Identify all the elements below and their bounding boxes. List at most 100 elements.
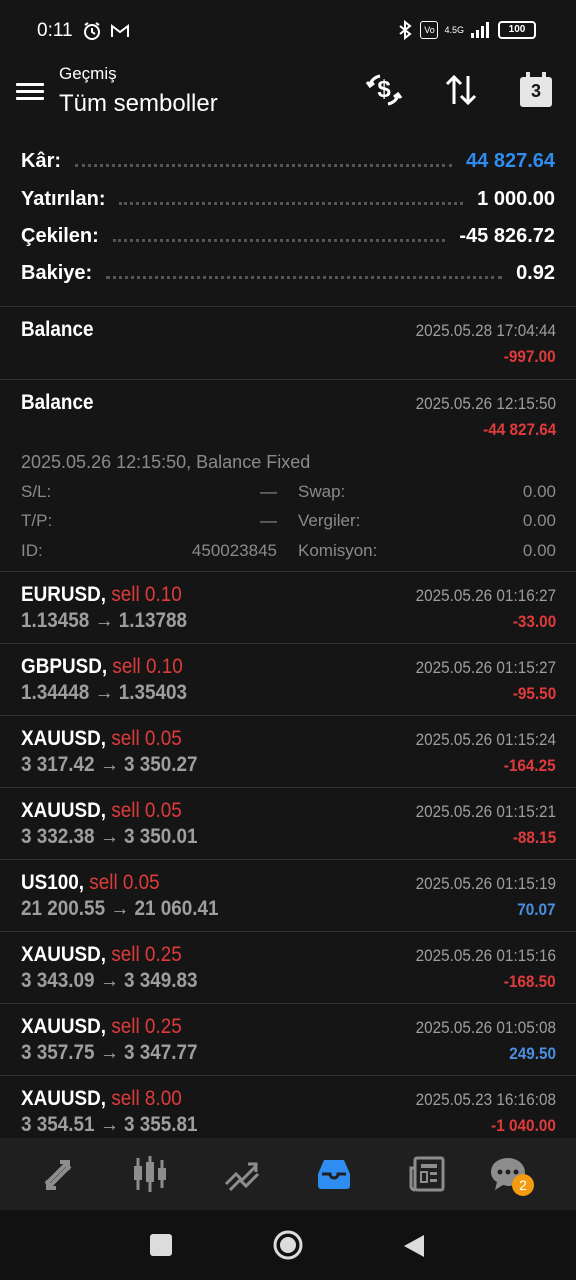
news-icon bbox=[409, 1156, 445, 1192]
trade-row[interactable]: XAUUSD, sell 0.25 3 343.09 → 3 349.83 2025… bbox=[0, 931, 576, 1004]
dotted-leader bbox=[119, 202, 464, 205]
trade-prices: 3 343.09 → 3 349.83 bbox=[21, 969, 198, 992]
trade-prices: 21 200.55 → 21 060.41 bbox=[21, 897, 219, 920]
trade-side: sell 0.25 bbox=[111, 1015, 182, 1038]
battery-icon: 100 bbox=[498, 21, 536, 39]
summary-label: Çekilen: bbox=[21, 225, 99, 247]
entry-comment: 2025.05.26 12:15:50, Balance Fixed bbox=[21, 452, 311, 472]
back-button[interactable] bbox=[402, 1233, 426, 1259]
home-button[interactable] bbox=[273, 1230, 303, 1260]
nav-trade[interactable] bbox=[218, 1150, 266, 1198]
dotted-leader bbox=[75, 164, 453, 167]
trade-title: XAUUSD, sell 8.00 bbox=[21, 1087, 182, 1111]
trade-title: US100, sell 0.05 bbox=[21, 871, 160, 895]
trade-symbol: XAUUSD, bbox=[21, 1015, 107, 1038]
trade-profit: 70.07 bbox=[517, 900, 556, 919]
trade-date: 2025.05.23 16:16:08 bbox=[415, 1090, 556, 1109]
trade-date: 2025.05.26 01:15:24 bbox=[415, 730, 556, 749]
nav-chat[interactable]: 2 bbox=[484, 1150, 534, 1198]
trade-side: sell 0.05 bbox=[111, 727, 182, 750]
tp-value: — bbox=[260, 511, 277, 530]
tax-label: Vergiler: bbox=[298, 511, 361, 530]
page-subtitle: Geçmiş bbox=[59, 64, 117, 83]
summary-row: Kâr: 44 827.64 bbox=[21, 143, 555, 180]
bluetooth-icon bbox=[399, 20, 413, 40]
volte-icon: Vo bbox=[420, 21, 439, 39]
summary-label: Bakiye: bbox=[21, 262, 93, 284]
nav-quotes[interactable] bbox=[34, 1150, 82, 1198]
swap-value: 0.00 bbox=[522, 482, 556, 501]
entry-date: 2025.05.28 17:04:44 bbox=[415, 321, 556, 340]
trade-prices: 3 317.42 → 3 350.27 bbox=[21, 753, 198, 776]
entry-date: 2025.05.26 12:15:50 bbox=[415, 394, 556, 413]
calendar-day: 3 bbox=[530, 81, 541, 101]
summary-row: Bakiye: 0.92 bbox=[21, 255, 555, 292]
recent-apps-button[interactable] bbox=[150, 1234, 172, 1256]
trade-row[interactable]: XAUUSD, sell 0.25 3 357.75 → 3 347.77 2025… bbox=[0, 1003, 576, 1076]
trade-row[interactable]: EURUSD, sell 0.10 1.13458 → 1.13788 2025.0… bbox=[0, 571, 576, 644]
balance-row-expanded[interactable]: Balance 2025.05.26 12:15:50 -44 827.64 2… bbox=[0, 379, 576, 572]
summary-row: Çekilen: -45 826.72 bbox=[21, 218, 555, 255]
nav-chart[interactable] bbox=[126, 1150, 174, 1198]
page-title: Tüm semboller bbox=[59, 90, 218, 117]
dotted-leader bbox=[112, 239, 446, 242]
home-circle-icon bbox=[273, 1230, 303, 1260]
trade-side: sell 0.10 bbox=[112, 655, 183, 678]
trade-date: 2025.05.26 01:16:27 bbox=[415, 586, 556, 605]
trade-symbol: EURUSD, bbox=[21, 583, 107, 606]
summary-value: 1 000.00 bbox=[477, 188, 555, 210]
trade-symbol: XAUUSD, bbox=[21, 1087, 107, 1110]
sl-value: — bbox=[260, 482, 277, 501]
trade-side: sell 0.25 bbox=[111, 943, 182, 966]
trade-profit: -168.50 bbox=[504, 972, 556, 991]
entry-title: Balance bbox=[21, 391, 94, 414]
entry-title: Balance bbox=[21, 318, 94, 341]
trade-symbol: US100, bbox=[21, 871, 85, 894]
tax-value: 0.00 bbox=[522, 511, 556, 530]
sort-icon bbox=[445, 74, 477, 106]
trade-row[interactable]: US100, sell 0.05 21 200.55 → 21 060.41 202… bbox=[0, 859, 576, 932]
trade-row[interactable]: XAUUSD, sell 0.05 3 332.38 → 3 350.01 2025… bbox=[0, 787, 576, 860]
trade-symbol: GBPUSD, bbox=[21, 655, 108, 678]
trade-title: EURUSD, sell 0.10 bbox=[21, 583, 182, 607]
currency-exchange-button[interactable]: $ bbox=[362, 68, 406, 112]
trade-row[interactable]: XAUUSD, sell 0.05 3 317.42 → 3 350.27 2025… bbox=[0, 715, 576, 788]
summary-label: Kâr: bbox=[21, 150, 62, 172]
candlestick-icon bbox=[134, 1156, 166, 1192]
calendar-button[interactable]: 3 bbox=[514, 68, 558, 112]
trade-date: 2025.05.26 01:15:21 bbox=[415, 802, 556, 821]
menu-icon[interactable] bbox=[16, 79, 44, 103]
trade-date: 2025.05.26 01:05:08 bbox=[415, 1018, 556, 1037]
balance-row[interactable]: Balance 2025.05.28 17:04:44 -997.00 bbox=[0, 306, 576, 380]
entry-amount: -44 827.64 bbox=[482, 420, 556, 439]
trade-prices: 3 357.75 → 3 347.77 bbox=[21, 1041, 198, 1064]
trade-title: XAUUSD, sell 0.25 bbox=[21, 943, 182, 967]
trade-symbol: XAUUSD, bbox=[21, 799, 107, 822]
trade-prices: 1.34448 → 1.35403 bbox=[21, 681, 188, 704]
network-type: 4.5G bbox=[444, 25, 464, 35]
trade-profit: -33.00 bbox=[512, 612, 556, 631]
nav-history[interactable] bbox=[310, 1150, 358, 1198]
trade-title: GBPUSD, sell 0.10 bbox=[21, 655, 183, 679]
trade-symbol: XAUUSD, bbox=[21, 727, 107, 750]
trade-symbol: XAUUSD, bbox=[21, 943, 107, 966]
trade-row[interactable]: GBPUSD, sell 0.10 1.34448 → 1.35403 2025.0… bbox=[0, 643, 576, 716]
trade-side: sell 0.05 bbox=[89, 871, 160, 894]
sl-label: S/L: bbox=[21, 482, 52, 501]
back-triangle-icon bbox=[404, 1235, 424, 1257]
sort-button[interactable] bbox=[439, 68, 483, 112]
chat-badge: 2 bbox=[512, 1174, 534, 1196]
trade-profit: 249.50 bbox=[509, 1044, 556, 1063]
nav-news[interactable] bbox=[403, 1150, 451, 1198]
trade-prices: 3 354.51 → 3 355.81 bbox=[21, 1113, 198, 1136]
dollar-exchange-icon: $ bbox=[365, 74, 403, 106]
summary-value: 44 827.64 bbox=[466, 150, 555, 172]
commission-label: Komisyon: bbox=[298, 541, 378, 560]
gmail-icon bbox=[111, 24, 129, 37]
signal-icon bbox=[471, 22, 489, 38]
status-bar: 0:11 Vo 4.5G 100 bbox=[0, 0, 576, 62]
trade-trend-icon bbox=[224, 1162, 260, 1192]
swap-label: Swap: bbox=[298, 482, 346, 501]
id-value: 450023845 bbox=[191, 541, 277, 560]
trade-profit: -95.50 bbox=[512, 684, 556, 703]
